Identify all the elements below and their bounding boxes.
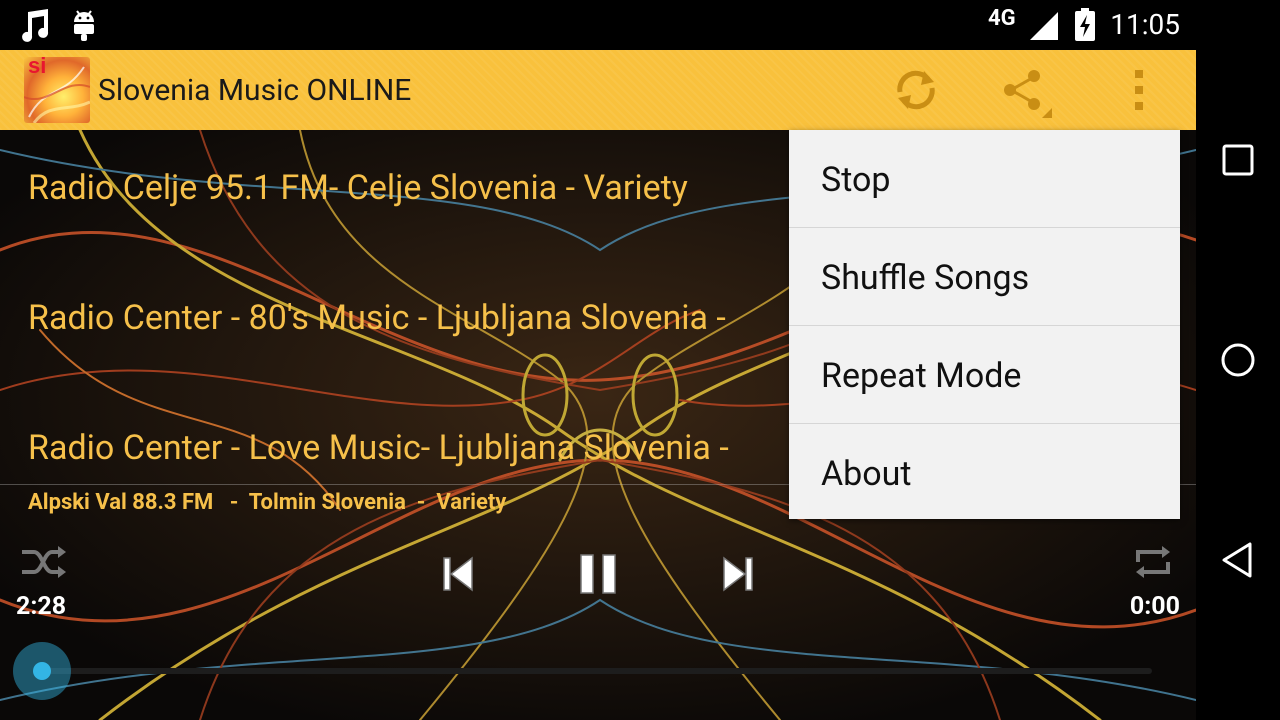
navigation-bar	[1196, 0, 1280, 720]
next-icon[interactable]	[720, 554, 756, 594]
recents-icon[interactable]	[1216, 138, 1260, 182]
back-icon[interactable]	[1216, 538, 1260, 582]
clock: 11:05	[1110, 8, 1180, 41]
battery-charging-icon	[1075, 8, 1095, 41]
app-logo-text: si	[28, 57, 47, 78]
status-bar: 4G 11:05	[0, 0, 1196, 50]
signal-icon	[1030, 12, 1058, 40]
menu-item-label: Repeat Mode	[821, 356, 1022, 396]
station-item[interactable]: Radio Center - 80's Music - Ljubljana Sl…	[28, 298, 726, 338]
action-bar: si Slovenia Music ONLINE	[0, 50, 1196, 130]
station-item[interactable]: Radio Center - Love Music- Ljubljana Slo…	[28, 428, 729, 468]
home-icon[interactable]	[1216, 338, 1260, 382]
menu-item-repeat-mode[interactable]: Repeat Mode	[789, 326, 1180, 424]
android-icon	[74, 10, 94, 41]
repeat-icon[interactable]	[1132, 544, 1174, 580]
time-elapsed: 2:28	[16, 592, 67, 621]
share-icon[interactable]	[996, 62, 1052, 118]
seek-thumb[interactable]	[33, 662, 51, 680]
music-note-icon	[22, 9, 49, 42]
menu-item-label: Stop	[821, 160, 891, 200]
overflow-menu: Stop Shuffle Songs Repeat Mode About	[789, 130, 1180, 519]
previous-icon[interactable]	[440, 554, 476, 594]
network-type-label: 4G	[988, 6, 1016, 31]
menu-item-label: Shuffle Songs	[821, 258, 1030, 298]
menu-item-stop[interactable]: Stop	[789, 130, 1180, 228]
shuffle-icon[interactable]	[20, 544, 66, 580]
menu-item-about[interactable]: About	[789, 424, 1180, 521]
now-playing-label: Alpski Val 88.3 FM - Tolmin Slovenia - V…	[28, 490, 507, 515]
menu-item-label: About	[821, 454, 912, 494]
pause-icon[interactable]	[578, 552, 618, 596]
time-total: 0:00	[1129, 592, 1180, 621]
station-item[interactable]: Radio Celje 95.1 FM- Celje Slovenia - Va…	[28, 168, 688, 208]
app-logo: si	[24, 57, 90, 123]
refresh-icon[interactable]	[888, 62, 944, 118]
overflow-menu-icon[interactable]	[1112, 62, 1168, 118]
menu-item-shuffle-songs[interactable]: Shuffle Songs	[789, 228, 1180, 326]
app-title: Slovenia Music ONLINE	[98, 73, 412, 108]
seek-bar[interactable]	[42, 668, 1152, 674]
